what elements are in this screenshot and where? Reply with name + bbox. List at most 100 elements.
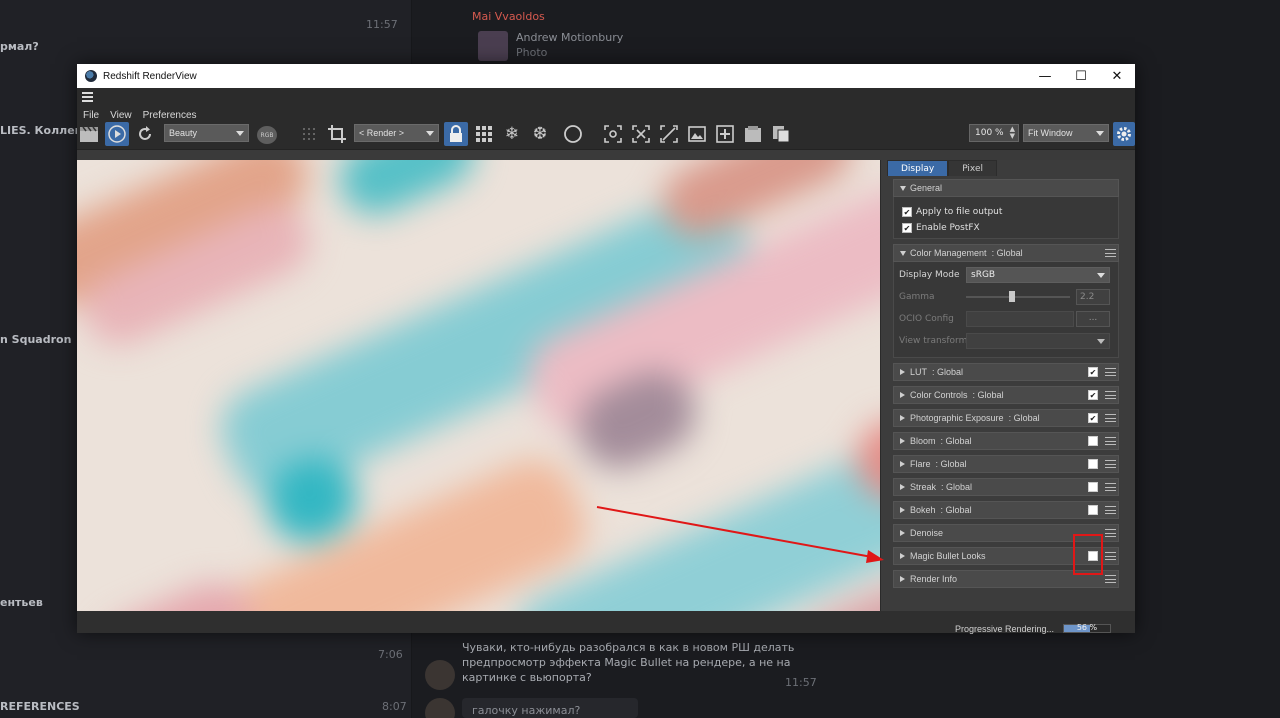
section-title: Bokeh [910,505,936,515]
gear-icon[interactable] [1113,122,1135,146]
region-clear-icon[interactable] [657,122,681,146]
section-title: Bloom [910,436,936,446]
circle-icon[interactable] [561,122,585,146]
pv-snapshot-icon[interactable] [741,122,765,146]
focus-target-icon[interactable] [601,122,625,146]
ocio-config-row: OCIO Config ... [894,308,1118,330]
section-menu-icon[interactable] [1105,505,1116,515]
tab-display[interactable]: Display [887,160,949,176]
enable-checkbox-checked[interactable]: ✔ [1088,390,1098,400]
toolbar: Beauty RGB < Render > ❄ ❆ 100 % ▲ ▼ Fit … [77,119,1135,150]
message-time: 11:57 [785,676,817,689]
chat-message: Чуваки, кто-нибудь разобрался в как в но… [462,641,795,684]
section-menu-icon[interactable] [1105,248,1116,258]
gamma-slider[interactable] [966,291,1070,302]
bucket-grid-icon[interactable] [472,122,496,146]
section-menu-icon[interactable] [1105,436,1116,446]
render-viewport[interactable] [77,160,880,611]
grid-dots-icon[interactable] [297,122,321,146]
section-bokeh[interactable]: Bokeh : Global [893,501,1119,519]
section-menu-icon[interactable] [1105,413,1116,423]
section-menu-icon[interactable] [1105,551,1116,561]
section-menu-icon[interactable] [1105,482,1116,492]
crop-icon[interactable] [325,122,349,146]
clapperboard-icon[interactable] [77,122,101,146]
add-snapshot-icon[interactable] [713,122,737,146]
gamma-input[interactable]: 2.2 [1076,289,1110,305]
section-scope: : Global [935,459,967,469]
enable-checkbox[interactable] [1088,482,1098,492]
section-streak[interactable]: Streak : Global [893,478,1119,496]
checkbox-checked-icon: ✔ [902,223,912,233]
section-title: Streak [910,482,937,492]
enable-checkbox[interactable] [1088,505,1098,515]
enable-checkbox[interactable] [1088,436,1098,446]
chat-time: 8:07 [382,700,407,713]
status-bar: Progressive Rendering... 56 % [77,611,1135,634]
section-title: Flare [910,459,931,469]
section-menu-icon[interactable] [1105,367,1116,377]
section-title: Photographic Exposure [910,413,1004,423]
close-button[interactable]: ✕ [1099,64,1135,88]
section-flare[interactable]: Flare : Global [893,455,1119,473]
expand-arrow-icon [900,507,905,513]
display-mode-dropdown[interactable]: sRGB [966,267,1110,283]
snowflake-settings-icon[interactable]: ❆ [528,122,552,146]
snowflake-icon[interactable]: ❄ [500,122,524,146]
enable-checkbox[interactable] [1088,459,1098,469]
enable-checkbox-checked[interactable]: ✔ [1088,413,1098,423]
chat-time: 7:06 [378,648,403,661]
section-lut[interactable]: LUT : Global ✔ [893,363,1119,381]
expand-arrow-icon [900,369,905,375]
image-icon[interactable] [685,122,709,146]
ocio-config-input[interactable] [966,311,1074,327]
region-select-icon[interactable] [629,122,653,146]
section-title: LUT [910,367,928,377]
aov-dropdown[interactable]: Beauty [164,124,249,142]
tab-pixel[interactable]: Pixel [948,160,998,176]
section-bloom[interactable]: Bloom : Global [893,432,1119,450]
start-render-icon[interactable] [105,122,129,146]
checkbox-checked-icon: ✔ [902,207,912,217]
section-menu-icon[interactable] [1105,574,1116,584]
refresh-icon[interactable] [133,122,157,146]
section-scope: : Global [940,505,972,515]
enable-postfx-checkbox[interactable]: ✔ Enable PostFX [894,220,1118,236]
section-scope: : Global [932,367,964,377]
hamburger-menu-icon[interactable] [82,92,93,102]
expand-arrow-icon [900,576,905,582]
section-menu-icon[interactable] [1105,459,1116,469]
renderview-window: Redshift RenderView — ☐ ✕ File View Pref… [77,64,1135,634]
lock-icon[interactable] [444,122,468,146]
title-bar[interactable]: Redshift RenderView — ☐ ✕ [77,64,1135,88]
annotation-highlight-box [1073,534,1103,575]
zoom-input[interactable]: 100 % ▲ ▼ [969,124,1019,142]
maximize-button[interactable]: ☐ [1063,64,1099,88]
fit-window-dropdown[interactable]: Fit Window [1023,124,1109,142]
ocio-browse-button[interactable]: ... [1076,311,1110,327]
copy-icon[interactable] [769,122,793,146]
chat-snippet: n Squadron [0,333,72,346]
section-scope: : Global [941,482,973,492]
expand-arrow-icon [900,438,905,444]
gamma-row: Gamma 2.2 [894,286,1118,308]
section-scope: : Global [1008,413,1040,423]
render-dropdown[interactable]: < Render > [354,124,439,142]
rgb-channel-icon[interactable]: RGB [257,126,277,144]
section-photographic-exposure[interactable]: Photographic Exposure : Global ✔ [893,409,1119,427]
header-avatar [478,31,508,61]
progress-label: Progressive Rendering... [955,624,1055,634]
section-title: Magic Bullet Looks [910,551,986,561]
user-avatar [425,660,455,690]
section-color-controls[interactable]: Color Controls : Global ✔ [893,386,1119,404]
section-general[interactable]: General [893,179,1119,197]
section-menu-icon[interactable] [1105,528,1116,538]
apply-to-file-output-checkbox[interactable]: ✔ Apply to file output [894,204,1118,220]
section-color-management[interactable]: Color Management : Global [893,244,1119,262]
enable-checkbox-checked[interactable]: ✔ [1088,367,1098,377]
expand-arrow-icon [900,415,905,421]
zoom-spinner-icon[interactable]: ▲ ▼ [1010,126,1015,140]
view-transform-dropdown[interactable] [966,333,1110,349]
minimize-button[interactable]: — [1027,64,1063,88]
section-menu-icon[interactable] [1105,390,1116,400]
